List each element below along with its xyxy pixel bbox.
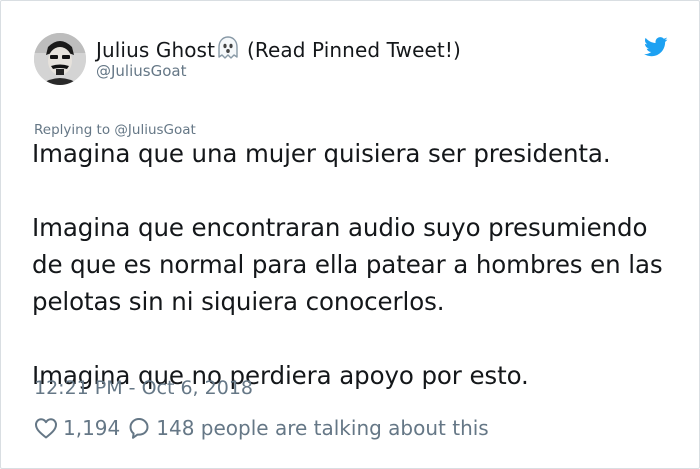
twitter-bird-icon[interactable] (644, 37, 668, 57)
tweet-paragraph-1: Imagina que una mujer quisiera ser presi… (32, 135, 682, 172)
tweet-text: Imagina que una mujer quisiera ser presi… (32, 135, 682, 394)
author-name-row[interactable]: Julius Ghost (Read Pinned Tweet!) (96, 36, 461, 65)
ghost-icon (217, 36, 239, 65)
tweet-card: Julius Ghost (Read Pinned Tweet!) @Juliu… (0, 0, 700, 469)
like-button[interactable]: 1,194 (34, 416, 128, 440)
tweet-line: pelotas sin ni siquiera conocerlos. (32, 287, 445, 316)
author-handle[interactable]: @JuliusGoat (96, 62, 186, 80)
tweet-line: Imagina que una mujer quisiera ser presi… (32, 139, 611, 168)
avatar-image (34, 33, 86, 85)
tweet-line: de que es normal para ella patear a homb… (32, 250, 663, 279)
tweet-line: Imagina que encontraran audio suyo presu… (32, 213, 648, 242)
tweet-actions: 1,194 148 people are talking about this (34, 413, 489, 443)
avatar[interactable] (34, 33, 86, 85)
speech-bubble-icon (128, 417, 150, 439)
conversation-link[interactable]: 148 people are talking about this (128, 416, 489, 440)
tweet-paragraph-2: Imagina que encontraran audio suyo presu… (32, 209, 682, 320)
like-count: 1,194 (63, 416, 121, 440)
heart-icon (34, 417, 58, 439)
name-suffix: (Read Pinned Tweet!) (247, 38, 461, 62)
conversation-text: 148 people are talking about this (156, 416, 489, 440)
timestamp[interactable]: 12:21 PM - Oct 6, 2018 (34, 377, 253, 399)
display-name[interactable]: Julius Ghost (96, 38, 215, 62)
